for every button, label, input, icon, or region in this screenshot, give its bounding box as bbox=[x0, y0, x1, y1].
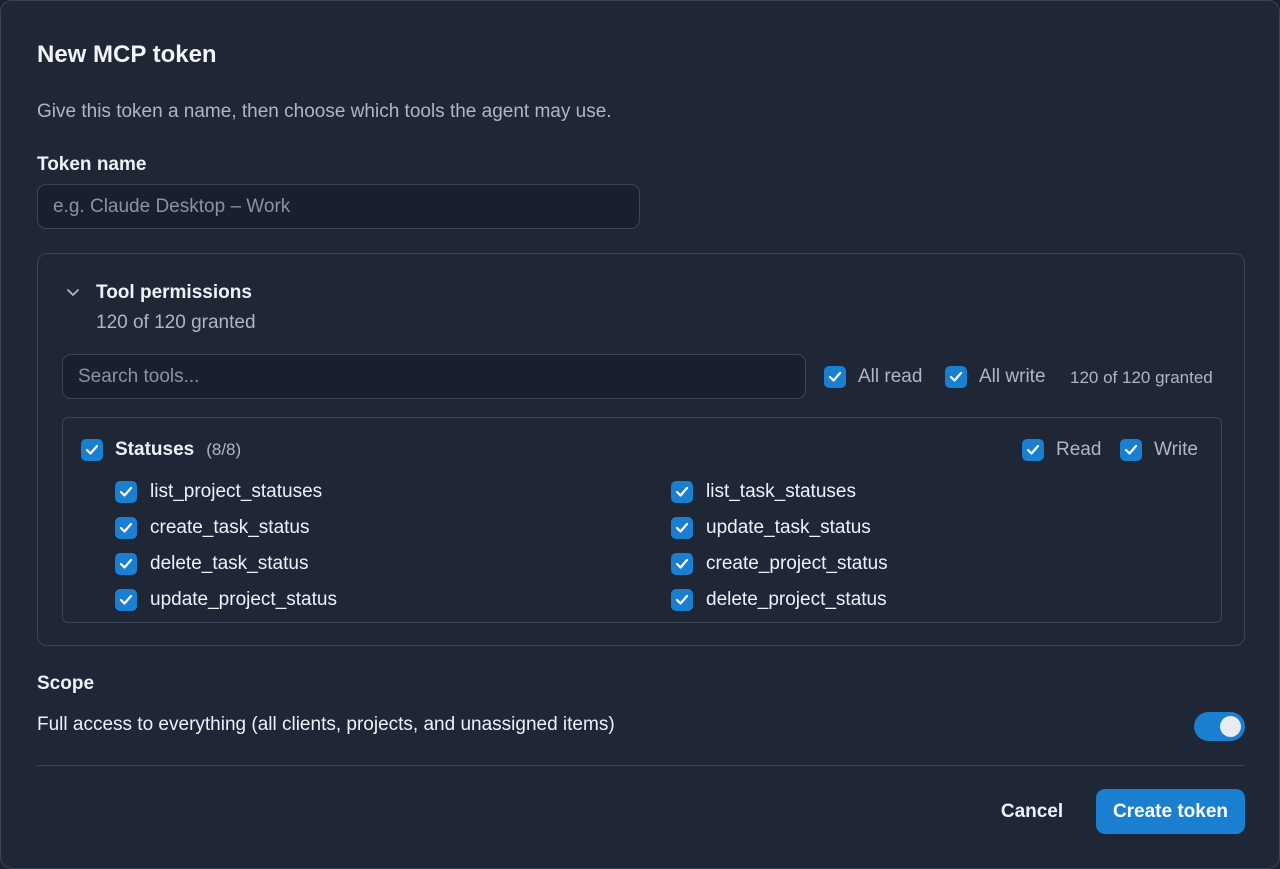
all-read-label: All read bbox=[858, 366, 923, 387]
checkbox-checked-icon bbox=[671, 481, 693, 503]
new-token-dialog: New MCP token Give this token a name, th… bbox=[0, 0, 1280, 869]
granted-count: 120 of 120 granted bbox=[1070, 368, 1213, 387]
cancel-button[interactable]: Cancel bbox=[986, 789, 1078, 834]
tool-item[interactable]: create_project_status bbox=[671, 553, 888, 575]
group-read-label: Read bbox=[1056, 439, 1102, 460]
tool-group-statuses: Statuses (8/8) Read Write list_project_s… bbox=[62, 417, 1222, 623]
checkbox-checked-icon bbox=[81, 439, 103, 461]
divider bbox=[37, 765, 1245, 766]
tool-item[interactable]: list_project_statuses bbox=[115, 481, 322, 503]
tool-item[interactable]: create_task_status bbox=[115, 517, 309, 539]
full-access-toggle[interactable] bbox=[1194, 712, 1245, 741]
tool-item[interactable]: list_task_statuses bbox=[671, 481, 856, 503]
all-write-checkbox[interactable]: All write bbox=[945, 366, 1046, 388]
toggle-knob bbox=[1220, 716, 1241, 737]
checkbox-checked-icon bbox=[1120, 439, 1142, 461]
all-read-checkbox[interactable]: All read bbox=[824, 366, 922, 388]
tool-item[interactable]: delete_task_status bbox=[115, 553, 308, 575]
tool-name: create_task_status bbox=[150, 517, 310, 538]
token-name-input[interactable] bbox=[37, 184, 640, 229]
tool-permissions-title[interactable]: Tool permissions bbox=[96, 282, 252, 304]
chevron-down-icon[interactable] bbox=[66, 288, 80, 298]
group-count: (8/8) bbox=[206, 440, 242, 459]
tool-name: delete_project_status bbox=[706, 589, 887, 610]
group-write-checkbox[interactable]: Write bbox=[1120, 439, 1198, 461]
checkbox-checked-icon bbox=[945, 366, 967, 388]
tool-permissions-panel: Tool permissions 120 of 120 granted All … bbox=[37, 253, 1245, 646]
checkbox-checked-icon bbox=[824, 366, 846, 388]
tool-name: list_task_statuses bbox=[706, 481, 856, 502]
tool-name: update_project_status bbox=[150, 589, 337, 610]
tool-name: list_project_statuses bbox=[150, 481, 323, 502]
group-checkbox-statuses[interactable]: Statuses (8/8) bbox=[81, 439, 241, 461]
create-token-button[interactable]: Create token bbox=[1096, 789, 1245, 834]
tool-item[interactable]: update_task_status bbox=[671, 517, 871, 539]
tool-name: create_project_status bbox=[706, 553, 888, 574]
group-write-label: Write bbox=[1154, 439, 1198, 460]
tool-item[interactable]: update_project_status bbox=[115, 589, 337, 611]
checkbox-checked-icon bbox=[671, 553, 693, 575]
search-tools-input[interactable] bbox=[62, 354, 806, 399]
checkbox-checked-icon bbox=[671, 517, 693, 539]
token-name-label: Token name bbox=[37, 154, 147, 175]
group-name: Statuses bbox=[115, 439, 195, 460]
all-write-label: All write bbox=[979, 366, 1046, 387]
checkbox-checked-icon bbox=[115, 517, 137, 539]
tool-item[interactable]: delete_project_status bbox=[671, 589, 887, 611]
checkbox-checked-icon bbox=[115, 589, 137, 611]
tool-name: update_task_status bbox=[706, 517, 871, 538]
group-read-checkbox[interactable]: Read bbox=[1022, 439, 1101, 461]
dialog-description: Give this token a name, then choose whic… bbox=[37, 101, 612, 122]
checkbox-checked-icon bbox=[115, 553, 137, 575]
dialog-title: New MCP token bbox=[37, 41, 217, 68]
full-access-label: Full access to everything (all clients, … bbox=[37, 714, 615, 735]
checkbox-checked-icon bbox=[671, 589, 693, 611]
tool-name: delete_task_status bbox=[150, 553, 309, 574]
checkbox-checked-icon bbox=[1022, 439, 1044, 461]
scope-label: Scope bbox=[37, 673, 95, 694]
checkbox-checked-icon bbox=[115, 481, 137, 503]
tool-permissions-summary: 120 of 120 granted bbox=[96, 312, 256, 333]
